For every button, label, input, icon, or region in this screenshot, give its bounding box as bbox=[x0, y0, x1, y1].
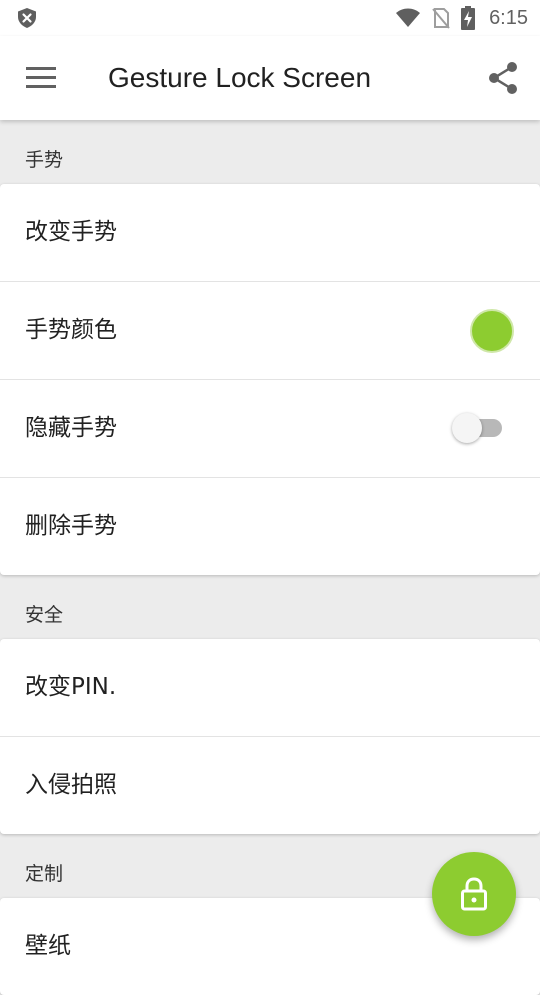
intruder-photo-label: 入侵拍照 bbox=[25, 772, 117, 798]
app-bar: Gesture Lock Screen bbox=[0, 36, 540, 120]
share-icon[interactable] bbox=[486, 60, 520, 96]
hide-gesture-row[interactable]: 隐藏手势 bbox=[0, 380, 540, 478]
gesture-color-label: 手势颜色 bbox=[25, 317, 117, 343]
intruder-photo-row[interactable]: 入侵拍照 bbox=[0, 737, 540, 834]
shield-x-icon bbox=[18, 8, 36, 28]
gesture-color-swatch[interactable] bbox=[470, 309, 514, 353]
status-bar: 6:15 bbox=[0, 0, 540, 36]
lock-fab-button[interactable] bbox=[432, 852, 516, 936]
hide-gesture-label: 隐藏手势 bbox=[25, 415, 117, 441]
page-title: Gesture Lock Screen bbox=[108, 62, 372, 93]
wallpaper-label: 壁纸 bbox=[25, 933, 71, 959]
section-header-security: 安全 bbox=[25, 604, 64, 626]
toggle-thumb bbox=[452, 413, 482, 443]
hide-gesture-toggle[interactable] bbox=[452, 413, 502, 443]
change-gesture-label: 改变手势 bbox=[25, 219, 117, 245]
status-time: 6:15 bbox=[489, 6, 528, 29]
section-header-gesture: 手势 bbox=[25, 149, 64, 171]
delete-gesture-row[interactable]: 删除手势 bbox=[0, 478, 540, 575]
battery-charging-icon bbox=[461, 6, 476, 30]
change-pin-row[interactable]: 改变PIN. bbox=[0, 639, 540, 737]
change-gesture-row[interactable]: 改变手势 bbox=[0, 184, 540, 282]
delete-gesture-label: 删除手势 bbox=[25, 513, 117, 539]
no-sim-icon bbox=[432, 8, 450, 29]
gesture-settings-card: 改变手势 手势颜色 隐藏手势 删除手势 bbox=[0, 184, 540, 575]
change-pin-label: 改变PIN. bbox=[25, 674, 117, 700]
wifi-icon bbox=[396, 8, 421, 27]
security-settings-card: 改变PIN. 入侵拍照 bbox=[0, 639, 540, 834]
menu-icon[interactable] bbox=[24, 64, 60, 92]
lock-icon bbox=[461, 877, 487, 911]
gesture-color-row[interactable]: 手势颜色 bbox=[0, 282, 540, 380]
